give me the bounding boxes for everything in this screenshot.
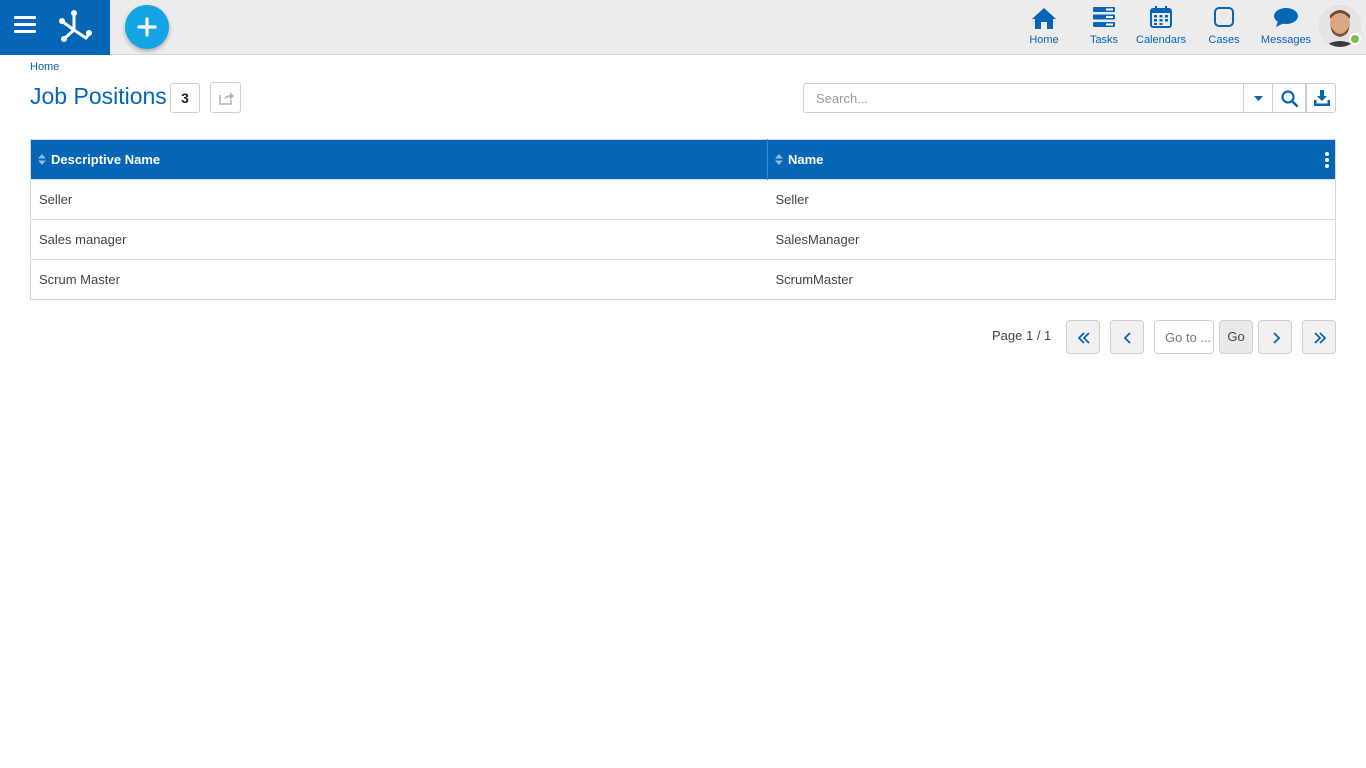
cell-descriptive-name: Scrum Master — [39, 272, 120, 287]
nav-tasks[interactable]: Tasks — [1088, 6, 1120, 50]
double-chevron-right-icon — [1314, 332, 1327, 344]
column-header-name[interactable]: Name — [768, 140, 1336, 180]
home-icon — [1032, 8, 1056, 29]
column-label-name: Name — [788, 152, 824, 167]
messages-icon — [1274, 8, 1298, 27]
search-input[interactable] — [804, 84, 1242, 112]
nav-calendars-label: Calendars — [1136, 34, 1187, 46]
column-label-descriptive-name: Descriptive Name — [51, 152, 161, 167]
share-button[interactable] — [210, 82, 241, 113]
logo-icon — [59, 10, 92, 42]
job-positions-table: Descriptive Name Name Seller Seller Sale… — [30, 139, 1336, 300]
page-info: Page 1 / 1 — [992, 328, 1052, 343]
go-button[interactable]: Go — [1219, 320, 1253, 354]
table-header-row: Descriptive Name Name — [30, 139, 1336, 180]
caret-down-icon — [1254, 96, 1263, 101]
table-row[interactable]: Scrum Master ScrumMaster — [30, 259, 1336, 300]
sort-icon — [38, 154, 46, 165]
table-row[interactable]: Sales manager SalesManager — [30, 219, 1336, 260]
brand-area — [0, 0, 110, 55]
calendar-icon — [1150, 6, 1172, 28]
share-icon — [219, 92, 234, 105]
cases-icon — [1214, 7, 1234, 27]
search-icon — [1281, 90, 1298, 107]
nav-messages[interactable]: Messages — [1260, 6, 1312, 50]
search-button[interactable] — [1272, 83, 1306, 113]
page-title: Job Positions — [30, 83, 167, 109]
goto-page-input[interactable] — [1154, 320, 1214, 354]
add-button[interactable] — [125, 5, 169, 49]
breadcrumb[interactable]: Home — [30, 61, 59, 73]
chevron-left-icon — [1123, 332, 1131, 344]
cell-descriptive-name: Seller — [39, 192, 73, 207]
nav-cases[interactable]: Cases — [1207, 6, 1241, 50]
nav-home[interactable]: Home — [1026, 6, 1062, 50]
last-page-button[interactable] — [1302, 320, 1336, 354]
download-icon — [1314, 90, 1330, 106]
nav-calendars[interactable]: Calendars — [1136, 6, 1186, 50]
previous-page-button[interactable] — [1110, 320, 1144, 354]
double-chevron-left-icon — [1077, 332, 1090, 344]
next-page-button[interactable] — [1258, 320, 1292, 354]
first-page-button[interactable] — [1066, 320, 1100, 354]
search-box — [803, 83, 1273, 113]
nav-messages-label: Messages — [1260, 34, 1312, 46]
menu-icon[interactable] — [14, 16, 36, 38]
top-bar: Home Tasks Calendars Cases Messages — [0, 0, 1366, 55]
nav-cases-label: Cases — [1208, 34, 1240, 46]
download-button[interactable] — [1306, 83, 1336, 113]
cell-name: Seller — [775, 192, 809, 207]
plus-icon — [137, 17, 157, 37]
sort-icon — [775, 154, 783, 165]
online-status-indicator — [1349, 33, 1361, 45]
nav-tasks-label: Tasks — [1089, 34, 1119, 46]
tasks-icon — [1093, 7, 1115, 27]
cell-descriptive-name: Sales manager — [39, 232, 127, 247]
cell-name: ScrumMaster — [775, 272, 853, 287]
nav-home-label: Home — [1029, 34, 1059, 46]
table-row[interactable]: Seller Seller — [30, 179, 1336, 220]
search-options-dropdown[interactable] — [1243, 84, 1273, 112]
chevron-right-icon — [1273, 332, 1281, 344]
record-count-badge: 3 — [170, 83, 200, 113]
cell-name: SalesManager — [775, 232, 860, 247]
column-options-icon[interactable] — [1325, 152, 1331, 170]
column-header-descriptive-name[interactable]: Descriptive Name — [30, 139, 768, 180]
